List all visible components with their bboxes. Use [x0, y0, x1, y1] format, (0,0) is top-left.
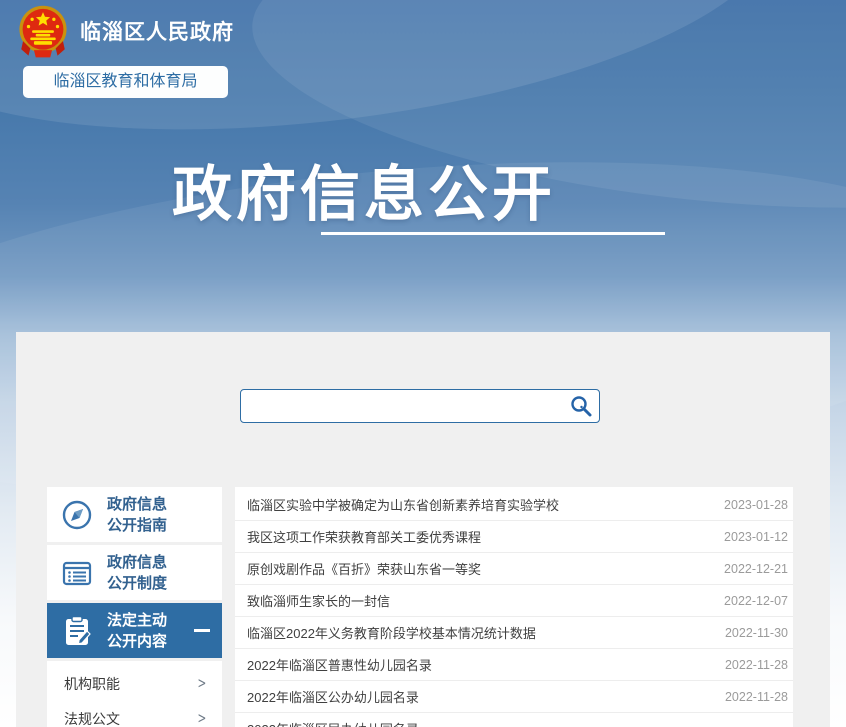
department-button[interactable]: 临淄区教育和体育局	[23, 66, 228, 98]
chevron-right-icon: >	[198, 710, 207, 727]
sidebar-item-system[interactable]: 政府信息 公开制度	[47, 545, 222, 600]
news-row[interactable]: 我区这项工作荣获教育部关工委优秀课程 2023-01-12	[235, 521, 793, 553]
news-title: 2022年临淄区民办幼儿园名录	[247, 719, 419, 727]
search-input[interactable]	[249, 392, 563, 420]
document-list-icon	[59, 555, 95, 591]
collapse-dash-icon	[194, 629, 210, 632]
news-date: 2022-12-07	[724, 594, 788, 608]
news-date: 2022-11-28	[725, 690, 788, 704]
news-row[interactable]: 致临淄师生家长的一封信 2022-12-07	[235, 585, 793, 617]
sidebar-item-label: 政府信息 公开指南	[107, 494, 167, 536]
sidebar-subitem-functions[interactable]: 机构职能 >	[47, 666, 222, 701]
sidebar-submenu: 机构职能 > 法规公文 >	[47, 661, 222, 727]
news-list: 临淄区实验中学被确定为山东省创新素养培育实验学校 2023-01-28 我区这项…	[235, 487, 793, 727]
news-row[interactable]: 临淄区2022年义务教育阶段学校基本情况统计数据 2022-11-30	[235, 617, 793, 649]
sidebar-subitem-regulations[interactable]: 法规公文 >	[47, 701, 222, 727]
title-underline	[321, 232, 665, 235]
compass-icon	[59, 497, 95, 533]
chevron-right-icon: >	[198, 675, 207, 692]
page-title: 政府信息公开	[172, 146, 556, 233]
sidebar-item-statutory-disclosure[interactable]: 法定主动 公开内容	[47, 603, 222, 658]
content-panel: 政府信息 公开指南 政府信息 公开制度	[16, 332, 830, 727]
news-row[interactable]: 2022年临淄区普惠性幼儿园名录 2022-11-28	[235, 649, 793, 681]
news-row[interactable]: 临淄区实验中学被确定为山东省创新素养培育实验学校 2023-01-28	[235, 489, 793, 521]
sidebar-item-guide[interactable]: 政府信息 公开指南	[47, 487, 222, 542]
news-title: 2022年临淄区公办幼儿园名录	[247, 687, 419, 706]
news-date: 2022-11-28	[725, 658, 788, 672]
news-date: 2023-01-28	[724, 498, 788, 512]
news-title: 2022年临淄区普惠性幼儿园名录	[247, 655, 432, 674]
news-row[interactable]: 2022年临淄区公办幼儿园名录 2022-11-28	[235, 681, 793, 713]
news-title: 临淄区实验中学被确定为山东省创新素养培育实验学校	[247, 495, 559, 514]
news-title: 原创戏剧作品《百折》荣获山东省一等奖	[247, 559, 481, 578]
sidebar-item-label: 政府信息 公开制度	[107, 552, 167, 594]
news-row[interactable]: 2022年临淄区民办幼儿园名录	[235, 713, 793, 727]
search-icon	[569, 406, 593, 421]
news-date: 2022-12-21	[724, 562, 788, 576]
clipboard-pencil-icon	[59, 613, 95, 649]
site-title[interactable]: 临淄区人民政府	[80, 16, 234, 46]
national-emblem-icon[interactable]	[14, 3, 72, 61]
sidebar: 政府信息 公开指南 政府信息 公开制度	[47, 487, 222, 727]
news-title: 临淄区2022年义务教育阶段学校基本情况统计数据	[247, 623, 536, 642]
search-button[interactable]	[569, 394, 593, 418]
news-date: 2023-01-12	[724, 530, 788, 544]
news-row[interactable]: 原创戏剧作品《百折》荣获山东省一等奖 2022-12-21	[235, 553, 793, 585]
news-title: 致临淄师生家长的一封信	[247, 591, 390, 610]
search-box	[240, 389, 600, 423]
news-title: 我区这项工作荣获教育部关工委优秀课程	[247, 527, 481, 546]
sidebar-item-label: 法定主动 公开内容	[107, 610, 167, 652]
news-date: 2022-11-30	[725, 626, 788, 640]
